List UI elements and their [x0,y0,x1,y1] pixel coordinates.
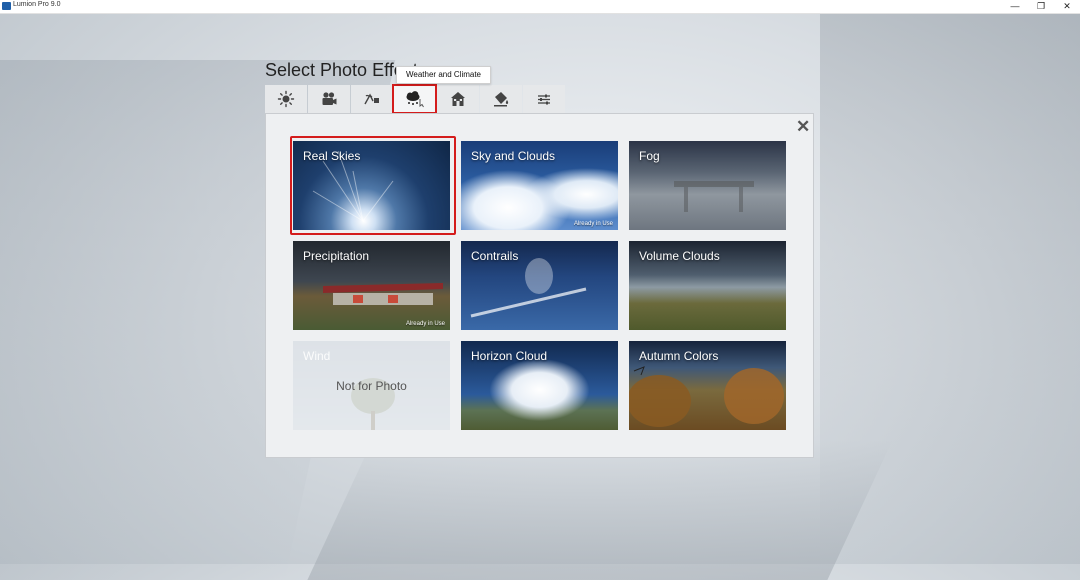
tab-paint[interactable] [480,85,522,113]
already-in-use-badge: Already in Use [405,321,445,327]
sun-icon [277,90,295,108]
effect-label: Precipitation [303,249,370,263]
effect-label: Fog [639,149,660,163]
not-for-photo-note: Not for Photo [336,379,407,393]
window-title: Lumion Pro 9.0 [13,1,61,8]
effect-contrails[interactable]: Contrails [461,241,618,330]
artistic-icon [364,93,379,105]
selection-highlight [290,136,456,235]
effects-panel: ✕ Real Skies Sky and Clouds Already in U… [265,113,814,458]
effect-label: Volume Clouds [639,249,720,263]
close-window-button[interactable]: ✕ [1053,0,1080,13]
effect-volume-clouds[interactable]: Volume Clouds [629,241,786,330]
app-icon [2,2,11,10]
tab-artistic[interactable] [351,85,393,113]
effect-horizon-cloud[interactable]: Horizon Cloud [461,341,618,430]
effect-sky-and-clouds[interactable]: Sky and Clouds Already in Use [461,141,618,230]
effect-autumn-colors[interactable]: Autumn Colors [629,341,786,430]
window-titlebar: Lumion Pro 9.0 — ❐ ✕ [0,0,1080,14]
background-shape [307,440,893,580]
close-icon[interactable]: ✕ [796,117,810,137]
active-tab-highlight [392,84,437,114]
tab-camera[interactable] [308,85,350,113]
effect-label: Sky and Clouds [471,149,556,163]
paint-bucket-icon [494,92,509,107]
effect-label: Wind [303,349,331,363]
effect-label: Contrails [471,249,519,263]
house-icon [451,92,465,106]
tab-adjustments[interactable] [523,85,565,113]
tooltip: Weather and Climate [396,66,491,84]
sliders-icon [538,94,550,105]
effect-fog[interactable]: Fog [629,141,786,230]
page-title: Select Photo Effect [265,60,418,80]
tab-sun[interactable] [265,85,307,113]
maximize-button[interactable]: ❐ [1027,0,1055,13]
background-shape [820,0,1080,564]
effect-precipitation[interactable]: Precipitation Already in Use [293,241,450,330]
effect-wind: Wind Not for Photo [293,341,450,430]
already-in-use-badge: Already in Use [573,221,613,227]
effect-label: Horizon Cloud [471,349,548,363]
effect-label: Autumn Colors [639,349,719,363]
minimize-button[interactable]: — [1001,0,1029,13]
camera-icon [322,92,337,105]
tab-house[interactable] [437,85,479,113]
